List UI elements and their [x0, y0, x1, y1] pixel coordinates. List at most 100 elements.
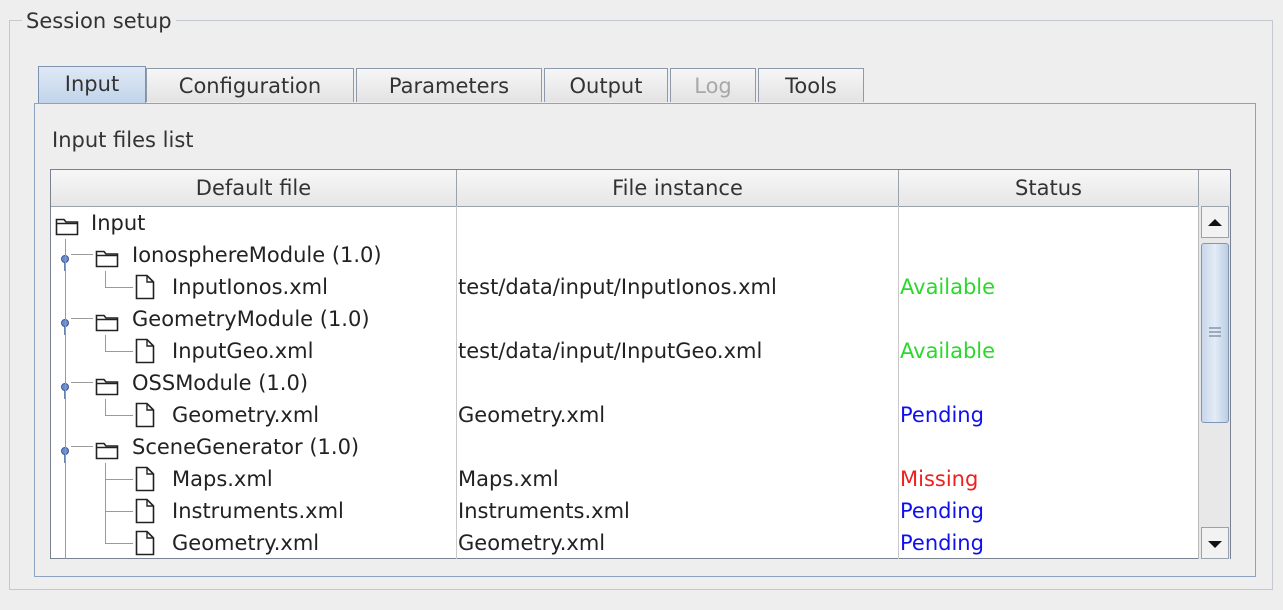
- cell-default-file: Input: [51, 207, 456, 239]
- cell-file-instance[interactable]: test/data/input/InputGeo.xml: [458, 335, 898, 367]
- cell-file-instance[interactable]: test/data/input/InputIonos.xml: [458, 271, 898, 303]
- cell-default-file: OSSModule (1.0): [51, 367, 456, 399]
- tree-node-label: OSSModule (1.0): [132, 371, 309, 395]
- tree-connector-line: [105, 287, 133, 288]
- table-row-file[interactable]: Geometry.xml Geometry.xml Pending: [51, 527, 1199, 559]
- scroll-thumb-grip-icon: [1209, 327, 1221, 337]
- cell-status: Pending: [900, 403, 984, 427]
- tree-connector-line: [105, 335, 106, 351]
- cell-status: Pending: [900, 531, 984, 555]
- table-row-file[interactable]: InputIonos.xml test/data/input/InputIonos…: [51, 271, 1199, 303]
- file-icon: [135, 530, 155, 565]
- tree-connector-line: [65, 399, 66, 431]
- tree-node-label: IonosphereModule (1.0): [132, 243, 382, 267]
- tree-node-label: Input: [91, 211, 146, 235]
- tree-connector-line: [71, 318, 93, 319]
- table-row-module[interactable]: GeometryModule (1.0): [51, 303, 1199, 335]
- scroll-down-arrow-icon: [1208, 541, 1222, 548]
- tab-output[interactable]: Output: [544, 68, 668, 102]
- cell-status: Available: [900, 339, 996, 363]
- scroll-down-button[interactable]: [1201, 527, 1229, 559]
- tab-label: Output: [569, 74, 643, 98]
- tree-connector-line: [105, 351, 133, 352]
- input-files-tree-table[interactable]: Default file File instance Status Input I…: [50, 169, 1231, 559]
- table-row-file[interactable]: InputGeo.xml test/data/input/InputGeo.xml…: [51, 335, 1199, 367]
- tree-connector-line: [65, 431, 66, 463]
- tree-connector-line: [71, 382, 93, 383]
- table-row-file[interactable]: Maps.xml Maps.xml Missing: [51, 463, 1199, 495]
- tab-configuration[interactable]: Configuration: [146, 68, 354, 102]
- cell-file-instance[interactable]: Geometry.xml: [458, 527, 898, 559]
- column-header-default-file[interactable]: Default file: [51, 170, 457, 206]
- tab-label: Parameters: [388, 74, 510, 98]
- tree-connector-line: [65, 303, 66, 335]
- tab-label: Tools: [785, 74, 837, 98]
- table-header: Default file File instance Status: [51, 170, 1230, 207]
- table-row-module[interactable]: SceneGenerator (1.0): [51, 431, 1199, 463]
- tree-connector-line: [65, 367, 66, 399]
- scroll-up-button[interactable]: [1201, 206, 1229, 238]
- cell-default-file: InputIonos.xml: [51, 271, 456, 303]
- tree-connector-line: [65, 335, 66, 367]
- table-row-module[interactable]: OSSModule (1.0): [51, 367, 1199, 399]
- cell-status: [900, 239, 1200, 271]
- cell-status: Pending: [900, 499, 984, 523]
- tree-node-label: InputIonos.xml: [172, 275, 328, 299]
- tab-label: Configuration: [178, 74, 322, 98]
- column-header-file-instance[interactable]: File instance: [457, 170, 899, 206]
- column-header-status[interactable]: Status: [899, 170, 1199, 206]
- tree-connector-line: [105, 511, 133, 512]
- tree-connector-line: [105, 543, 133, 544]
- table-row-file[interactable]: Instruments.xml Instruments.xml Pending: [51, 495, 1199, 527]
- tab-log: Log: [670, 68, 756, 102]
- cell-status: Missing: [900, 467, 979, 491]
- tab-tools[interactable]: Tools: [758, 68, 864, 102]
- cell-file-instance[interactable]: [458, 367, 898, 399]
- tree-connector-line: [65, 239, 66, 271]
- tree-node-label: Geometry.xml: [172, 531, 320, 555]
- tree-connector-line: [65, 495, 66, 527]
- cell-file-instance[interactable]: [458, 303, 898, 335]
- cell-file-instance[interactable]: [458, 207, 898, 239]
- tree-connector-line: [65, 527, 66, 559]
- tree-connector-line: [71, 446, 93, 447]
- cell-file-instance[interactable]: [458, 431, 898, 463]
- cell-file-instance[interactable]: Maps.xml: [458, 463, 898, 495]
- cell-default-file: IonosphereModule (1.0): [51, 239, 456, 271]
- cell-default-file: Maps.xml: [51, 463, 456, 495]
- cell-status: [900, 303, 1200, 335]
- tree-node-label: Instruments.xml: [172, 499, 344, 523]
- cell-file-instance[interactable]: [458, 239, 898, 271]
- tree-node-label: SceneGenerator (1.0): [132, 435, 360, 459]
- tree-node-label: Maps.xml: [172, 467, 273, 491]
- tab-label: Input: [64, 72, 120, 96]
- cell-status: [900, 431, 1200, 463]
- input-files-list-title: Input files list: [52, 128, 194, 152]
- tree-connector-line: [71, 254, 93, 255]
- tree-connector-line: [105, 271, 106, 287]
- cell-default-file: SceneGenerator (1.0): [51, 431, 456, 463]
- cell-default-file: GeometryModule (1.0): [51, 303, 456, 335]
- tab-input[interactable]: Input: [38, 66, 146, 104]
- table-row-module[interactable]: IonosphereModule (1.0): [51, 239, 1199, 271]
- tree-connector-line: [65, 463, 66, 495]
- cell-default-file: Geometry.xml: [51, 399, 456, 431]
- tree-connector-line: [65, 271, 66, 303]
- table-row-file[interactable]: Geometry.xml Geometry.xml Pending: [51, 399, 1199, 431]
- session-setup-title: Session setup: [22, 8, 176, 34]
- tree-node-label: GeometryModule (1.0): [132, 307, 370, 331]
- tree-connector-line: [105, 527, 106, 543]
- scroll-thumb[interactable]: [1201, 243, 1229, 423]
- tree-connector-line: [105, 479, 133, 480]
- tab-parameters[interactable]: Parameters: [356, 68, 542, 102]
- cell-default-file: Instruments.xml: [51, 495, 456, 527]
- cell-default-file: Geometry.xml: [51, 527, 456, 559]
- table-row-root[interactable]: Input: [51, 207, 1199, 239]
- cell-status: [900, 207, 1200, 239]
- tree-node-label: InputGeo.xml: [172, 339, 314, 363]
- cell-status: [900, 367, 1200, 399]
- cell-file-instance[interactable]: Instruments.xml: [458, 495, 898, 527]
- cell-file-instance[interactable]: Geometry.xml: [458, 399, 898, 431]
- vertical-scrollbar[interactable]: [1198, 206, 1230, 559]
- scroll-up-arrow-icon: [1208, 219, 1222, 226]
